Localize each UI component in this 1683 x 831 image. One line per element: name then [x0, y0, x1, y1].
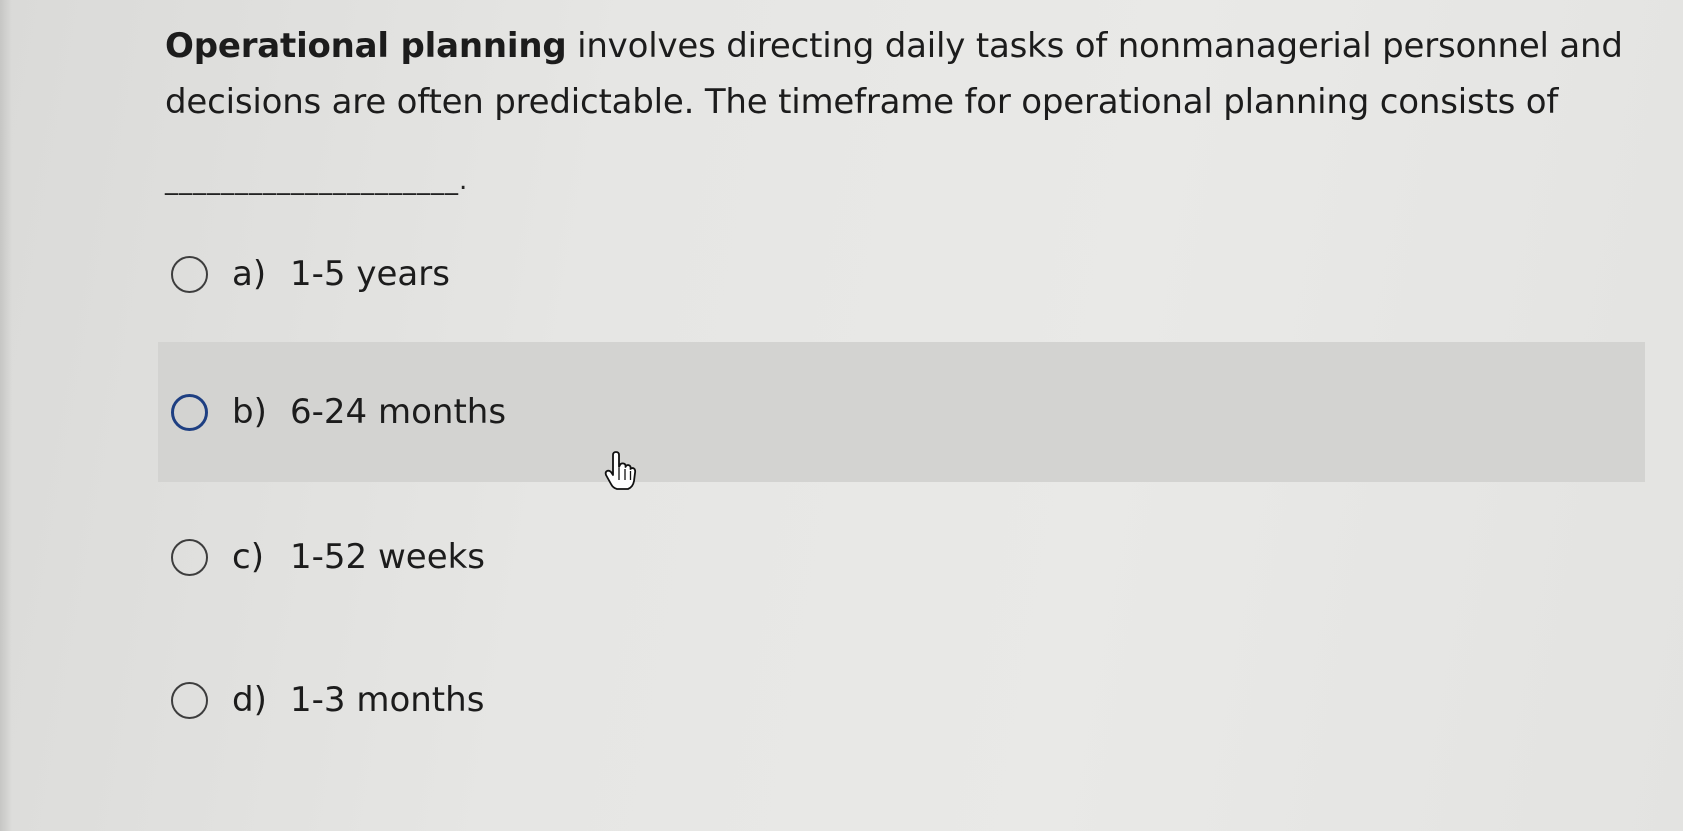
- radio-button-b[interactable]: [171, 393, 208, 431]
- option-letter: c): [232, 537, 264, 577]
- answer-blank: _____________________.: [165, 166, 469, 196]
- hand-pointer-icon: [604, 451, 637, 490]
- option-letter: a): [232, 254, 267, 294]
- option-b[interactable]: b) 6-24 months: [158, 342, 1645, 482]
- option-label: 1-52 weeks: [290, 537, 486, 577]
- option-c[interactable]: c) 1-52 weeks: [158, 487, 1645, 627]
- radio-button-c[interactable]: [171, 538, 208, 576]
- screen-edge: [0, 0, 12, 831]
- option-letter: b): [232, 392, 267, 432]
- radio-button-d[interactable]: [171, 681, 208, 719]
- option-a[interactable]: a) 1-5 years: [158, 204, 1645, 344]
- option-letter: d): [232, 680, 267, 720]
- question-text: Operational planning involves directing …: [165, 18, 1645, 130]
- question-lead: Operational planning: [165, 26, 567, 66]
- option-d[interactable]: d) 1-3 months: [158, 630, 1645, 770]
- option-label: 6-24 months: [290, 392, 507, 432]
- option-label: 1-5 years: [290, 254, 450, 294]
- option-label: 1-3 months: [290, 680, 485, 720]
- radio-button-a[interactable]: [171, 255, 208, 293]
